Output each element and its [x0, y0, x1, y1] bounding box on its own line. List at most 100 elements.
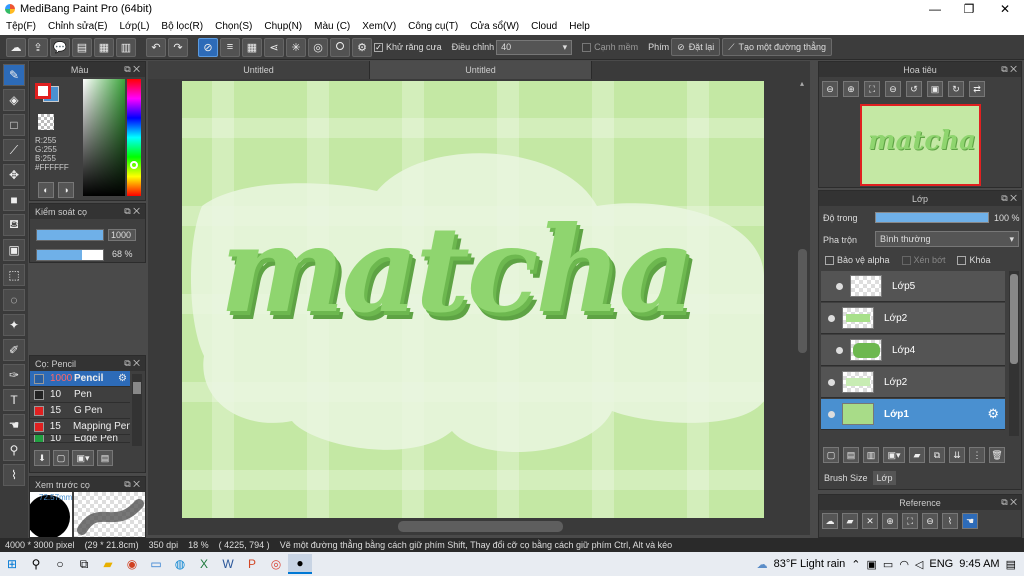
add-brush-icon[interactable]: ▣▾ — [72, 450, 94, 466]
menu-select[interactable]: Chọn(S) — [209, 21, 258, 32]
panel-close-icon[interactable]: ⧉ ✕ — [1001, 497, 1017, 508]
layer-opacity-slider[interactable] — [875, 212, 989, 223]
select-pen-tool-icon[interactable]: ✐ — [3, 339, 25, 361]
cortana-icon[interactable]: ○ — [48, 554, 72, 574]
menu-cloud[interactable]: Cloud — [525, 21, 563, 32]
zoom-minus-icon[interactable]: ⊖ — [885, 81, 901, 97]
brush-item-pen[interactable]: 10 Pen — [30, 387, 130, 403]
transparent-color-swatch[interactable] — [38, 114, 54, 130]
panel-close-icon[interactable]: ⧉ ✕ — [124, 64, 140, 75]
snap-off-icon[interactable]: ⊘ — [198, 37, 218, 57]
zoom-out-icon[interactable]: ⊖ — [822, 81, 838, 97]
saturation-picker[interactable] — [83, 79, 125, 196]
menu-color[interactable]: Màu (C) — [308, 21, 356, 32]
language-indicator[interactable]: ENG — [929, 558, 953, 570]
windows-start-icon[interactable]: ⊞ — [0, 554, 24, 574]
scroll-up-icon[interactable]: ▴ — [796, 79, 808, 88]
edge-icon[interactable]: ◍ — [168, 554, 192, 574]
layer-row[interactable]: Lớp4 — [821, 335, 1005, 366]
clock[interactable]: 9:45 AM — [959, 558, 999, 570]
size-value[interactable]: 1000 — [108, 229, 136, 241]
layer-row[interactable]: Lớp2 — [821, 367, 1005, 398]
fit-icon[interactable]: ⛶ — [864, 81, 880, 97]
brush-item-edge-pen[interactable]: 10 Edge Pen — [30, 435, 130, 443]
zoom-in-icon[interactable]: ⊕ — [882, 513, 898, 529]
new-brush-icon[interactable]: ▢ — [53, 450, 69, 466]
comment-icon[interactable]: 💬 — [50, 37, 70, 57]
close-button[interactable]: ✕ — [988, 0, 1022, 18]
weather-text[interactable]: 83°F Light rain — [774, 558, 846, 570]
drawing-canvas[interactable]: matcha — [182, 81, 764, 518]
tab-brush-size[interactable]: Brush Size — [821, 471, 871, 485]
powerpoint-icon[interactable]: P — [240, 554, 264, 574]
menu-help[interactable]: Help — [563, 21, 596, 32]
eye-icon[interactable] — [828, 410, 835, 418]
straight-line-button[interactable]: ⟋ Tạo một đường thẳng — [722, 38, 832, 56]
menu-window[interactable]: Cửa sổ(W) — [464, 21, 525, 32]
menu-tools[interactable]: Công cụ(T) — [402, 21, 464, 32]
hand-icon[interactable]: ☚ — [962, 513, 978, 529]
menu-capture[interactable]: Chụp(N) — [258, 21, 308, 32]
vertical-scroll-thumb[interactable] — [798, 249, 807, 353]
brush-list-scrollbar[interactable] — [132, 374, 142, 446]
clipping-checkbox[interactable]: Xén bớt — [901, 255, 945, 266]
open-folder-icon[interactable]: ▰ — [842, 513, 858, 529]
layer-scrollbar[interactable] — [1009, 271, 1019, 436]
opacity-slider[interactable] — [36, 249, 104, 261]
layer-row-selected[interactable]: Lớp1 ⚙ — [821, 399, 1005, 430]
panel-close-icon[interactable]: ⧉ ✕ — [1001, 64, 1017, 75]
soft-edge-checkbox[interactable]: Cạnh mềm — [582, 42, 638, 53]
menu-file[interactable]: Tệp(F) — [0, 21, 42, 32]
select-eraser-tool-icon[interactable]: ✑ — [3, 364, 25, 386]
delete-layer-icon[interactable]: 🗑 — [989, 447, 1005, 463]
fullscreen-icon[interactable]: ▣ — [927, 81, 943, 97]
zoom-out-icon[interactable]: ⊖ — [922, 513, 938, 529]
adjust-dropdown[interactable]: 40 ▾ — [496, 39, 573, 55]
canvas-horizontal-scrollbar[interactable] — [148, 519, 810, 535]
hue-slider[interactable] — [127, 79, 141, 196]
blend-mode-dropdown[interactable]: Bình thường ▾ — [875, 231, 1019, 247]
horizontal-scroll-thumb[interactable] — [398, 521, 563, 532]
chevron-up-icon[interactable]: ⌃ — [851, 558, 860, 571]
bucket-tool-icon[interactable]: ⛾ — [3, 214, 25, 236]
chrome-icon[interactable]: ◎ — [264, 554, 288, 574]
hand-tool-icon[interactable]: ☚ — [3, 414, 25, 436]
flip-icon[interactable]: ⇄ — [969, 81, 985, 97]
hue-handle[interactable] — [130, 161, 138, 169]
lock-checkbox[interactable]: Khóa — [957, 255, 991, 266]
document-icon[interactable]: ▦ — [94, 37, 114, 57]
excel-icon[interactable]: X — [192, 554, 216, 574]
perspective-snap-icon[interactable]: ⋖ — [264, 37, 284, 57]
tab-untitled-2[interactable]: Untitled — [370, 61, 592, 79]
eyedropper-icon[interactable]: ⌇ — [942, 513, 958, 529]
panel-close-icon[interactable]: ⧉ ✕ — [1001, 193, 1017, 204]
reset-button[interactable]: ⊘ Đặt lại — [671, 38, 721, 56]
rectangle-tool-icon[interactable]: □ — [3, 114, 25, 136]
menu-layer[interactable]: Lớp(L) — [114, 21, 156, 32]
fit-icon[interactable]: ⛶ — [902, 513, 918, 529]
primary-color-swatch[interactable] — [35, 83, 51, 99]
radial-snap-icon[interactable]: ✳ — [286, 37, 306, 57]
maximize-button[interactable]: ❐ — [952, 0, 986, 18]
line-tool-icon[interactable]: ⟋ — [3, 139, 25, 161]
eraser-tool-icon[interactable]: ◈ — [3, 89, 25, 111]
circle-snap-icon[interactable]: ◎ — [308, 37, 328, 57]
layer-more-icon[interactable]: ⋮ — [969, 447, 985, 463]
palette-add-icon[interactable]: ◑ — [58, 182, 74, 198]
panel-close-icon[interactable]: ⧉ ✕ — [124, 479, 140, 490]
text-tool-icon[interactable]: T — [3, 389, 25, 411]
canvas-vertical-scrollbar[interactable]: ▴ — [796, 79, 808, 525]
upload-icon[interactable]: ⇪ — [28, 37, 48, 57]
new-layer-icon[interactable]: ▢ — [823, 447, 839, 463]
duplicate-layer-icon[interactable]: ⧉ — [929, 447, 945, 463]
new-8bit-layer-icon[interactable]: ▥ — [863, 447, 879, 463]
settings-gear-icon[interactable]: ⚙ — [352, 37, 372, 57]
task-view-icon[interactable]: ⧉ — [72, 554, 96, 574]
search-icon[interactable]: ⚲ — [24, 554, 48, 574]
close-reference-icon[interactable]: ✕ — [862, 513, 878, 529]
tab-untitled-1[interactable]: Untitled — [148, 61, 370, 79]
protect-alpha-checkbox[interactable]: Bảo vệ alpha — [825, 255, 890, 266]
app-icon[interactable]: ◉ — [120, 554, 144, 574]
cloud-icon[interactable]: ☁ — [6, 37, 26, 57]
volume-icon[interactable]: ◁ — [915, 558, 923, 571]
